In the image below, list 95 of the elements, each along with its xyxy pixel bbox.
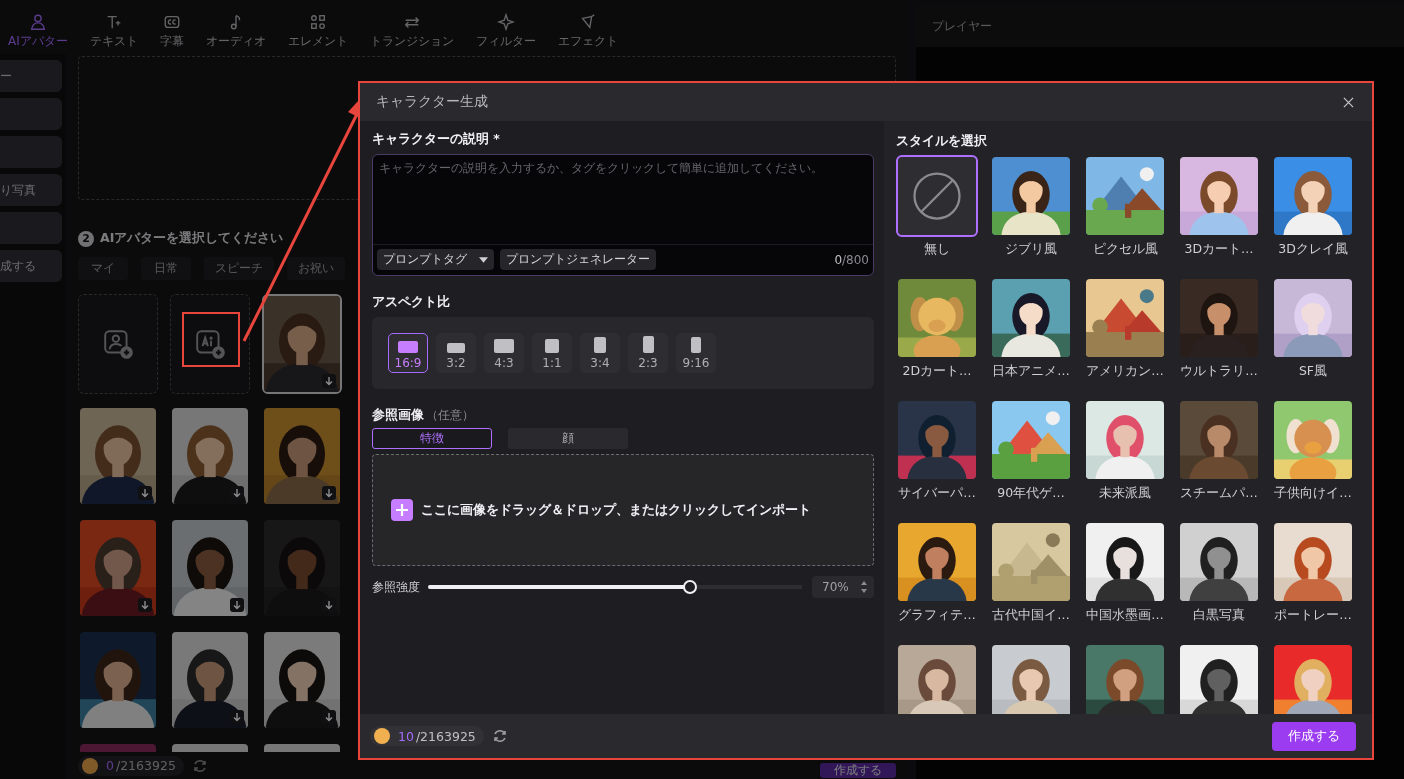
strength-input[interactable]: 70% xyxy=(812,576,874,598)
field-label: 参照画像 xyxy=(372,407,424,424)
prompt-tag-dropdown[interactable]: プロンプトタグ xyxy=(377,249,494,270)
highlight-frame xyxy=(182,312,240,367)
coin-icon xyxy=(82,757,98,774)
slider-thumb[interactable] xyxy=(682,580,697,594)
upload-avatar-card[interactable] xyxy=(78,294,158,394)
sidebar-item[interactable]: 成する xyxy=(0,250,62,282)
download-icon[interactable] xyxy=(230,598,244,612)
style-label: ウルトラリ… xyxy=(1180,363,1258,380)
category-chip[interactable]: マイ xyxy=(78,257,128,280)
aspect-ratio-option[interactable]: 9:16 xyxy=(676,333,716,373)
aspect-ratio-option[interactable]: 3:2 xyxy=(436,333,476,373)
toolbar-tab[interactable]: フィルター xyxy=(471,13,540,50)
optional-note: （任意） xyxy=(426,407,474,424)
no-style-tile[interactable] xyxy=(896,155,978,237)
style-label: 無し xyxy=(924,241,950,258)
sidebar-label: 成する xyxy=(0,257,36,275)
add-person-icon xyxy=(102,328,134,360)
style-label: ジブリ風 xyxy=(1005,241,1057,258)
prompt-generator-button[interactable]: プロンプトジェネレーター xyxy=(500,249,656,270)
toolbar-tab[interactable]: 字幕 xyxy=(155,13,188,50)
image-drop-zone[interactable]: ここに画像をドラッグ＆ドロップ、またはクリックしてインポート xyxy=(372,454,874,566)
reference-mode-tab[interactable]: 顔 xyxy=(508,428,628,449)
credit-counter: 0 /2163925 xyxy=(78,755,184,776)
style-label: アメリカン… xyxy=(1086,363,1164,380)
style-label: サイバーパ… xyxy=(898,485,976,502)
aspect-ratio-option[interactable]: 3:4 xyxy=(580,333,620,373)
style-label: 3Dカート… xyxy=(1184,241,1254,258)
aspect-ratio-option[interactable]: 16:9 xyxy=(388,333,428,373)
toolbar-tab[interactable]: テキスト xyxy=(85,13,142,50)
character-count: 0/800 xyxy=(834,252,869,267)
dialog-title: キャラクター生成 xyxy=(376,93,488,111)
toolbar-tab[interactable]: オーディオ xyxy=(201,13,270,50)
coin-icon xyxy=(374,728,390,744)
style-label: グラフィテ… xyxy=(898,607,976,624)
field-label: アスペクト比 xyxy=(372,294,451,311)
reference-mode-tab[interactable]: 特徴 xyxy=(372,428,492,449)
section-heading: AIアバターを選択してください xyxy=(100,230,284,247)
sidebar-label: り写真 xyxy=(0,181,36,199)
elements-icon xyxy=(308,13,327,31)
style-label: 中国水墨画… xyxy=(1086,607,1164,624)
style-label: 古代中国イ… xyxy=(992,607,1070,624)
field-label: スタイルを選択 xyxy=(896,133,988,150)
style-label: 日本アニメ… xyxy=(992,363,1070,380)
style-label: 未来派風 xyxy=(1099,485,1151,502)
toolbar-tab[interactable]: トランジション xyxy=(365,13,458,50)
create-button[interactable]: 作成する xyxy=(820,763,896,778)
aspect-ratio-option[interactable]: 2:3 xyxy=(628,333,668,373)
avatar-icon xyxy=(28,13,47,31)
credit-counter: 10 /2163925 xyxy=(370,726,484,746)
download-icon[interactable] xyxy=(322,486,336,500)
caret-icon xyxy=(479,256,488,263)
ai-add-icon xyxy=(194,328,226,360)
style-label: 2Dカート… xyxy=(902,363,972,380)
download-icon[interactable] xyxy=(230,710,244,724)
category-chip[interactable]: お祝い xyxy=(287,257,345,280)
caption-icon xyxy=(162,13,181,31)
style-label: スチームパ… xyxy=(1180,485,1258,502)
download-icon[interactable] xyxy=(138,598,152,612)
plus-icon xyxy=(391,499,413,521)
field-label: キャラクターの説明 * xyxy=(372,131,501,148)
prohibited-icon xyxy=(910,169,964,223)
sidebar-label: ー xyxy=(0,67,12,85)
style-label: 90年代ゲ… xyxy=(997,485,1065,502)
slider-label: 参照強度 xyxy=(372,578,420,596)
toolbar-tab[interactable]: AIアバター xyxy=(4,13,72,50)
category-chip[interactable]: 日常 xyxy=(141,257,191,280)
drop-instruction: ここに画像をドラッグ＆ドロップ、またはクリックしてインポート xyxy=(421,501,811,519)
download-icon[interactable] xyxy=(322,374,336,388)
panel-title: プレイヤー xyxy=(932,17,992,35)
aspect-ratio-option[interactable]: 4:3 xyxy=(484,333,524,373)
ai-avatar-card[interactable] xyxy=(170,294,250,394)
download-icon[interactable] xyxy=(322,710,336,724)
refresh-icon[interactable] xyxy=(491,728,508,744)
sidebar-item[interactable]: ー xyxy=(0,60,62,92)
description-field[interactable]: キャラクターの説明を入力するか、タグをクリックして簡単に追加してください。 プロンプトタグ プロンプトジェネレーター 0/800 xyxy=(372,154,874,276)
download-icon[interactable] xyxy=(138,486,152,500)
sidebar-item[interactable]: り写真 xyxy=(0,174,62,206)
toolbar-tab[interactable]: エレメント xyxy=(283,13,352,50)
style-label: SF風 xyxy=(1298,363,1328,380)
toolbar-tab[interactable]: エフェクト xyxy=(553,13,622,50)
style-label: ポートレー… xyxy=(1274,607,1352,624)
aspect-ratio-option[interactable]: 1:1 xyxy=(532,333,572,373)
style-label: 白黒写真 xyxy=(1193,607,1245,624)
stepper-icon xyxy=(860,580,868,594)
category-chip[interactable]: スピーチ xyxy=(204,257,274,280)
sparkle-icon xyxy=(496,13,515,31)
create-button[interactable]: 作成する xyxy=(1272,721,1356,751)
style-label: ピクセル風 xyxy=(1092,241,1158,258)
close-icon[interactable] xyxy=(1343,96,1354,108)
download-icon[interactable] xyxy=(230,486,244,500)
style-label: 3Dクレイ風 xyxy=(1278,241,1348,258)
step-number: 2 xyxy=(78,230,94,247)
style-label: 子供向けイ… xyxy=(1274,485,1352,502)
